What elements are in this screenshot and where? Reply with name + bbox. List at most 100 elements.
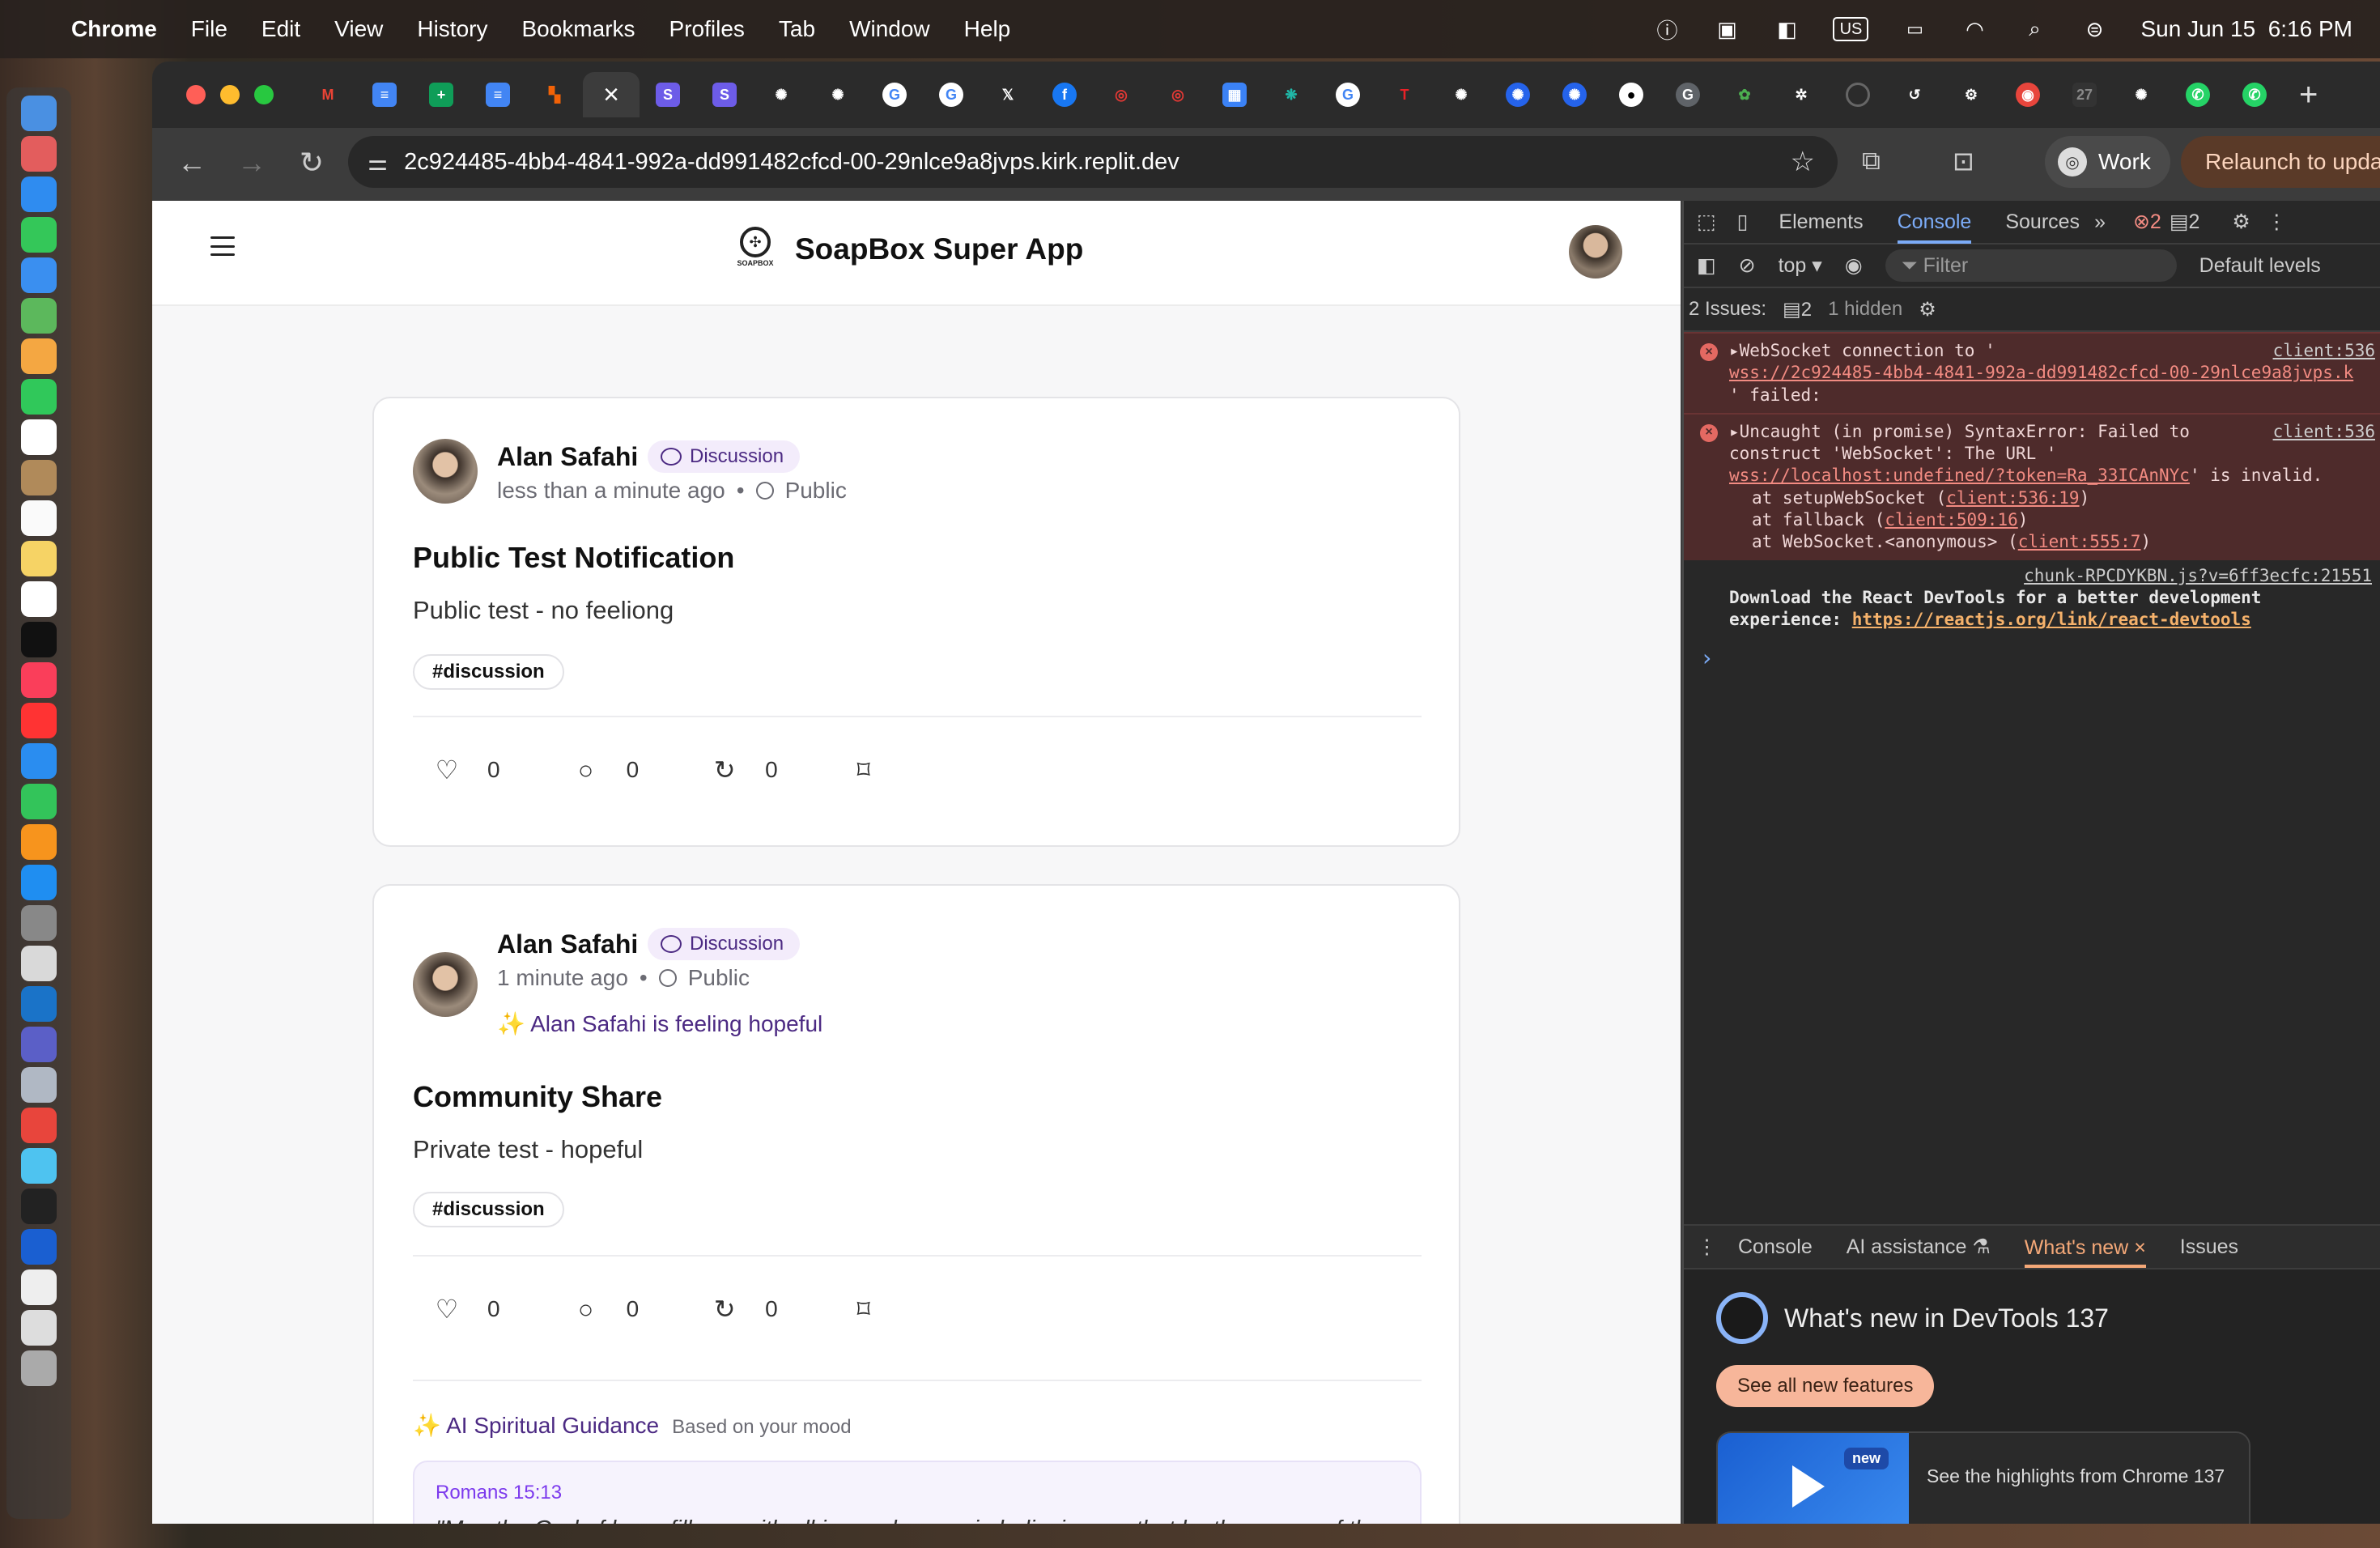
onepassword-dock-icon[interactable] [21,1229,57,1265]
menu-profiles[interactable]: Profiles [669,16,745,42]
documents-dock-icon[interactable] [21,1269,57,1305]
menubar-clock[interactable]: Sun Jun 15 6:16 PM [2140,16,2352,42]
menu-window[interactable]: Window [849,16,930,42]
url-text[interactable]: 2c924485-4bb4-4841-992a-dd991482cfcd-00-… [404,149,1179,176]
music-dock-icon[interactable] [21,662,57,698]
author-name[interactable]: Alan Safahi [497,442,638,472]
author-avatar[interactable] [413,439,478,504]
close-window-button[interactable] [186,85,206,104]
hamburger-menu-icon[interactable] [210,236,235,256]
photos-dock-icon[interactable] [21,338,57,374]
close-icon[interactable]: × [603,79,619,111]
tab-docs-2[interactable]: ≡ [470,72,526,117]
context-selector[interactable]: top ▾ [1779,253,1822,278]
repost-button[interactable]: ↻ 0 [691,755,778,785]
console-error-message[interactable]: × client:536 ▸Uncaught (in promise) Synt… [1684,412,2380,560]
pages-dock-icon[interactable] [21,824,57,860]
tab-star[interactable]: ✲ [1773,72,1830,117]
console-filter-input[interactable]: ⏷ Filter [1885,249,2177,282]
close-tab-icon[interactable]: × [2134,1236,2146,1259]
tab-calendar[interactable]: 27 [2056,72,2113,117]
log-levels-dropdown[interactable]: Default levels [2199,254,2321,278]
battery-icon[interactable]: ▭ [1901,17,1928,41]
tab-tiles[interactable]: ▦ [1206,72,1263,117]
trash-dock-icon[interactable] [21,1350,57,1386]
tab-replit[interactable]: ▚ [526,72,583,117]
chrome-dock-icon[interactable] [21,1108,57,1143]
menu-help[interactable]: Help [964,16,1011,42]
hashtag-chip[interactable]: #discussion [413,1192,564,1227]
console-error-message[interactable]: × client:536 ▸WebSocket connection to ' … [1684,332,2380,413]
password-manager-icon[interactable]: ⓘ [1653,17,1681,43]
tab-search-icon[interactable]: ⊡ [1953,146,1974,176]
tab-history[interactable]: ↺ [1886,72,1943,117]
keynote-dock-icon[interactable] [21,743,57,779]
menu-file[interactable]: File [191,16,227,42]
tab-google-1[interactable]: G [866,72,923,117]
menu-edit[interactable]: Edit [261,16,300,42]
highlights-video-card[interactable]: new See the highlights from Chrome 137 [1716,1431,2250,1524]
like-button[interactable]: ♡ 0 [413,755,500,785]
preview-dock-icon[interactable] [21,1310,57,1346]
error-source-link[interactable]: client:536 [2273,340,2375,362]
console-info-message[interactable]: chunk-RPCDYKBN.js?v=6ff3ecfc:21551 Downl… [1684,560,2380,638]
stack-frame-link[interactable]: client:536:19 [1946,488,2079,508]
tab-google-3[interactable]: G [1320,72,1376,117]
drawer-tab-console[interactable]: Console [1738,1235,1813,1259]
react-devtools-link[interactable]: https://reactjs.org/link/react-devtools [1852,610,2251,629]
safari-dock-icon[interactable] [21,176,57,212]
device-toolbar-icon[interactable]: ▯ [1737,210,1749,234]
site-settings-icon[interactable]: ⚌ [368,149,388,176]
relaunch-button[interactable]: Relaunch to update [2181,136,2380,188]
tab-facebook[interactable]: f [1036,72,1093,117]
outlook-status-icon[interactable]: ▣ [1713,17,1740,41]
message-count-badge[interactable]: ▤2 [2170,210,2200,234]
teams-status-icon[interactable]: ◧ [1773,17,1800,41]
tab-loading[interactable] [1830,72,1886,117]
terminal-dock-icon[interactable] [21,1189,57,1224]
minimize-window-button[interactable] [220,85,240,104]
back-arrow-icon[interactable]: ← [162,146,222,180]
console-prompt-chevron-icon[interactable]: › [1684,638,2380,671]
comment-button[interactable]: ○ 0 [552,1295,639,1325]
wifi-icon[interactable]: ◠ [1961,17,1988,41]
drawer-tab-issues[interactable]: Issues [2180,1235,2238,1259]
contacts-dock-icon[interactable] [21,460,57,495]
tab-chatgpt-3[interactable]: ✺ [2113,72,2170,117]
tab-gemini[interactable]: G [1660,72,1716,117]
tab-blue-1[interactable]: ✺ [1490,72,1546,117]
messages-dock-icon[interactable] [21,217,57,253]
notes-dock-icon[interactable] [21,541,57,576]
inspect-element-icon[interactable]: ⬚ [1697,210,1716,234]
tab-gmail[interactable]: M [300,72,356,117]
bookmark-button[interactable]: ⌑ [830,755,877,785]
tab-google-2[interactable]: G [923,72,980,117]
facetime-dock-icon[interactable] [21,379,57,415]
menu-history[interactable]: History [417,16,487,42]
tab-elements[interactable]: Elements [1779,211,1863,234]
repost-button[interactable]: ↻ 0 [691,1294,778,1325]
tab-docs-1[interactable]: ≡ [356,72,413,117]
tab-chatgpt-2[interactable]: ✺ [1433,72,1490,117]
tab-active-close[interactable]: × [583,72,640,117]
outlook-dock-icon[interactable] [21,986,57,1022]
tab-tesla[interactable]: T [1376,72,1433,117]
tab-sheets[interactable]: + [413,72,470,117]
menu-tab[interactable]: Tab [779,16,815,42]
zoom-window-button[interactable] [254,85,274,104]
stack-frame-link[interactable]: client:555:7 [2018,532,2141,551]
input-source-indicator[interactable]: US [1833,17,1869,41]
spotlight-search-icon[interactable]: ⌕ [2021,16,2048,41]
control-center-icon[interactable]: ⊜ [2080,17,2108,41]
remote-desktop-dock-icon[interactable] [21,1067,57,1103]
tab-chatgpt-1[interactable]: ✺ [753,72,810,117]
tab-x[interactable]: 𝕏 [980,72,1036,117]
tab-s-1[interactable]: S [640,72,696,117]
sidebar-toggle-icon[interactable]: ◧ [1697,253,1716,278]
launchpad-dock-icon[interactable] [21,136,57,172]
info-source-link[interactable]: chunk-RPCDYKBN.js?v=6ff3ecfc:21551 [2024,566,2372,585]
console-settings-gear-icon[interactable]: ⚙ [1919,298,1936,321]
bookmark-button[interactable]: ⌑ [830,1294,877,1325]
reminders-dock-icon[interactable] [21,500,57,536]
author-avatar[interactable] [413,952,478,1017]
